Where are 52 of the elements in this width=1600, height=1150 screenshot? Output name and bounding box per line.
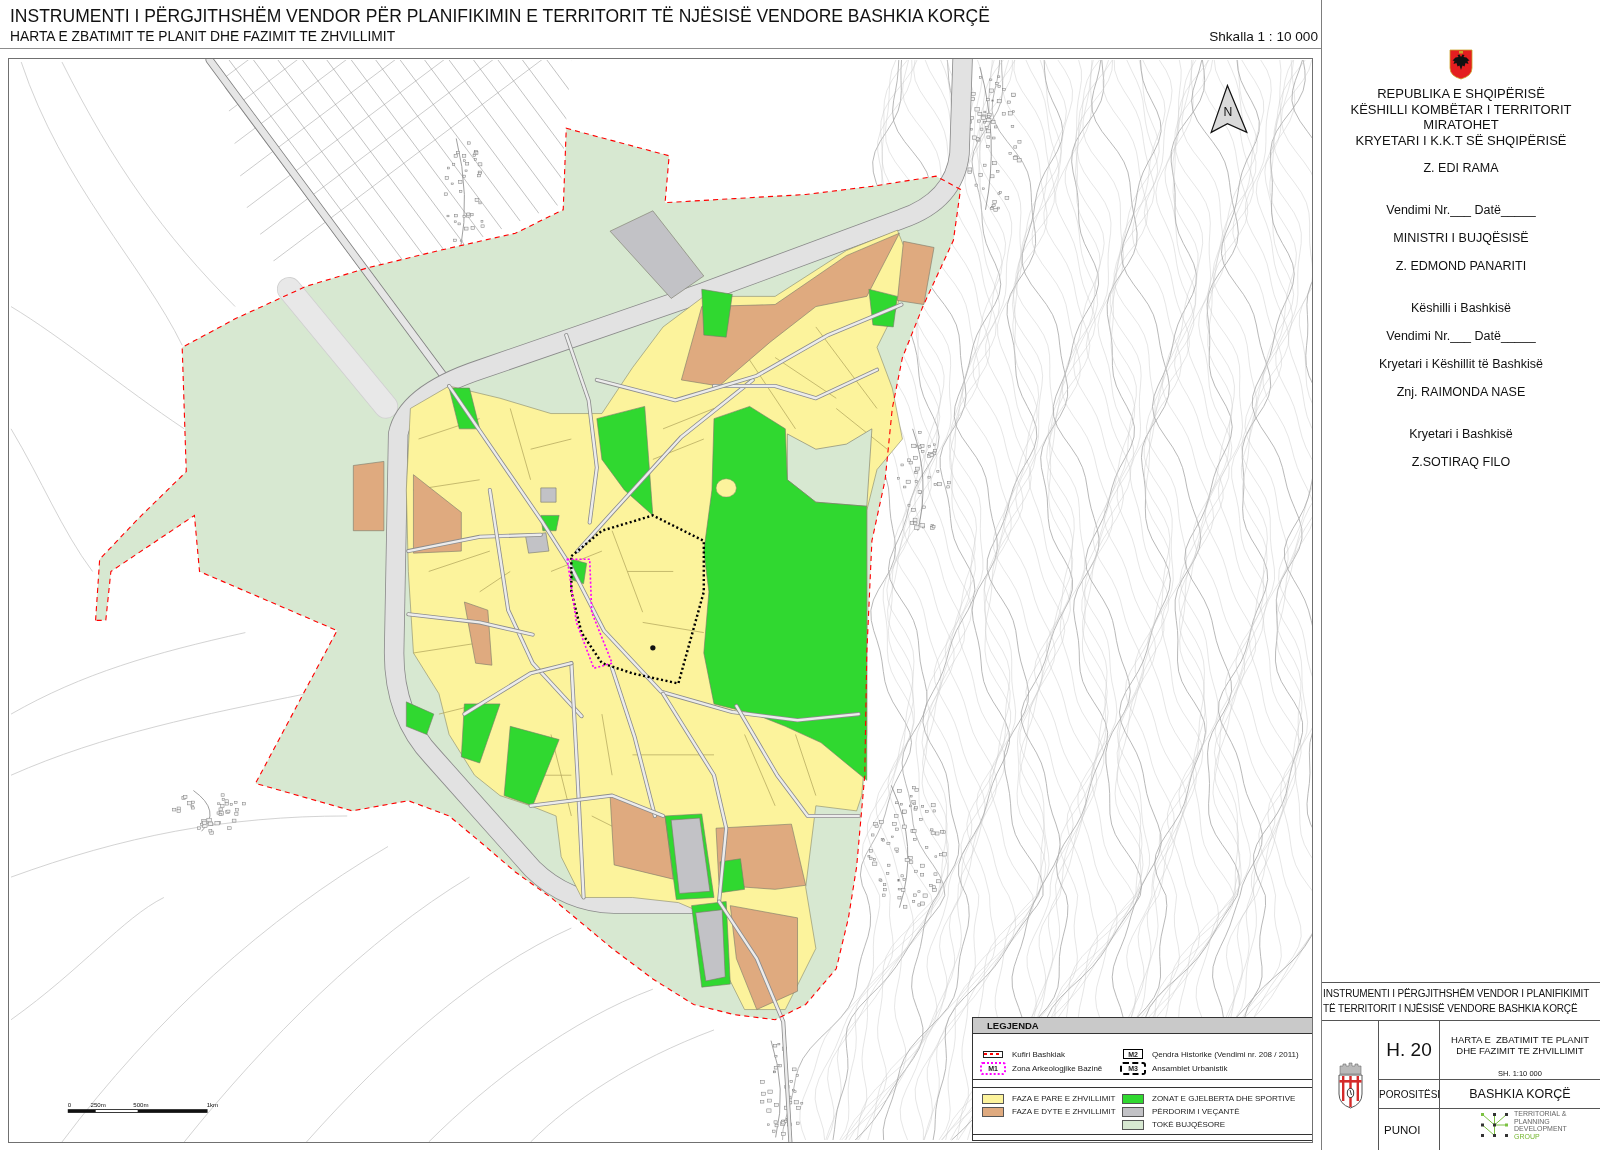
legend-label: FAZA E PARE E ZHVILLIMIT (1012, 1094, 1116, 1103)
approval-text: MINISTRI I BUJQËSISË (1393, 230, 1529, 247)
recreation-zone (406, 701, 435, 735)
approval-text: Këshilli i Bashkisë (1410, 300, 1511, 317)
legend-label: Zona Arkeologjike Bazinë (1012, 1063, 1103, 1073)
legend-label: ZONAT E GJELBERTA DHE SPORTIVE (1152, 1094, 1296, 1103)
author-label: PUNOI (1384, 1123, 1421, 1136)
special-use-zone (540, 487, 557, 503)
sheet-title: HARTA E ZBATIMIT TE PLANIT DHE FAZIMIT TE ZHVILLIMIT (1451, 1034, 1589, 1056)
authority-line: MIRATOHET (1423, 117, 1499, 133)
recreation-zone (701, 288, 733, 338)
authority-line: KËSHILLI KOMBËTAR I TERRITORIT (1350, 101, 1572, 117)
eagle-emblem-icon (1449, 48, 1473, 80)
legend-label: Qendra Historike (Vendimi nr. 208 / 2011) (1152, 1049, 1299, 1059)
approval-text: Vendimi Nr.___ Datë_____ (1386, 328, 1536, 345)
recreation-zone (540, 515, 560, 531)
point-marker-icon (650, 645, 656, 651)
map-title: INSTRUMENTI I PËRGJITHSHËM VENDOR PËR PLANIFIKIMIN E TERRITORIT TË NJËSISË VENDORE BASHKIA KORÇË (10, 5, 991, 27)
approval-text: Z. EDMOND PANARITI (1395, 258, 1527, 275)
legend-label: Kufiri Bashkiak (1012, 1049, 1065, 1059)
phase-two-zone (464, 601, 493, 666)
north-label: N (1223, 105, 1233, 120)
legend-label: TOKË BUJQËSORE (1152, 1120, 1226, 1129)
approval-text: Kryetari i Bashkisë (1409, 426, 1513, 443)
phase-one-zone (715, 478, 737, 498)
authority-line: KRYETARI I K.K.T SË SHQIPËRISË (1355, 132, 1567, 148)
recreation-zone (719, 858, 745, 893)
network-logo-icon (1480, 1112, 1510, 1138)
approval-text: Z.SOTIRAQ FILO (1411, 454, 1511, 471)
approval-text: Vendimi Nr.___ Datë_____ (1386, 202, 1536, 219)
recreation-zone (571, 558, 587, 584)
authority-line: REPUBLIKA E SHQIPËRISË (1377, 86, 1545, 102)
approval-text: Kryetari i Këshillit të Bashkisë (1379, 356, 1543, 373)
client-label: POROSITËSI (1379, 1088, 1441, 1100)
client-name: BASHKIA KORÇË (1469, 1087, 1571, 1101)
legend-label: Ansamblet Urbanistik (1152, 1063, 1228, 1073)
north-arrow-icon (1210, 83, 1248, 134)
legend-title: LEGJENDA (987, 1020, 1039, 1031)
sheet-number: H. 20 (1386, 1039, 1432, 1061)
recreation-zone (448, 387, 480, 430)
phase-two-zone (353, 461, 385, 531)
approval-text: Z. EDI RAMA (1423, 160, 1499, 177)
legend-label: FAZA E DYTE E ZHVILLIMIT (1012, 1107, 1116, 1116)
recreation-zone (868, 288, 898, 328)
map-scale: Shkalla 1 : 10 000 (1209, 28, 1318, 46)
legend-label: PËRDORIM I VEÇANTË (1152, 1107, 1240, 1116)
block-title: INSTRUMENTI I PËRGJITHSHËM VENDOR I PLANIFIKIMIT TË TERRITORIT I NJËSISË VENDORE BASHKIA KORÇË (1323, 987, 1591, 1016)
approval-text: Znj. RAIMONDA NASE (1396, 384, 1526, 401)
special-use-zone (525, 532, 550, 554)
map-subtitle: HARTA E ZBATIMIT TE PLANIT DHE FAZIMIT TE ZHVILLIMIT (10, 28, 397, 46)
coat-of-arms-icon (1336, 1062, 1364, 1109)
recreation-zone (461, 703, 501, 764)
